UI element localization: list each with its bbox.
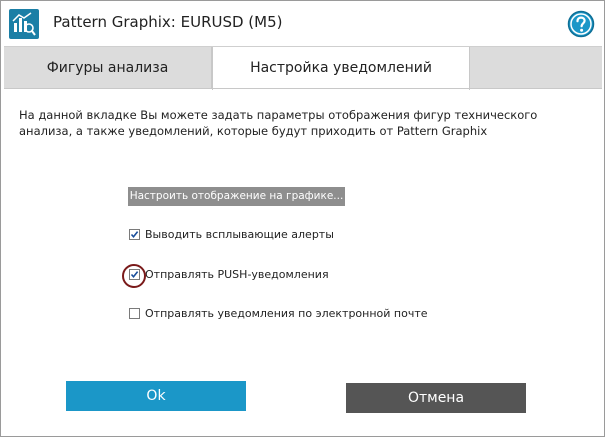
tab-bar: Фигуры анализа Настройка уведомлений xyxy=(4,46,602,90)
help-icon[interactable] xyxy=(567,10,595,38)
email-notifications-checkbox[interactable] xyxy=(129,308,140,319)
push-notifications-label: Отправлять PUSH-уведомления xyxy=(145,268,329,281)
configure-display-button[interactable]: Настроить отображение на графике... xyxy=(128,187,345,206)
popup-alerts-label: Выводить всплывающие алерты xyxy=(145,228,334,241)
tab-analysis-figures[interactable]: Фигуры анализа xyxy=(4,47,212,89)
app-icon xyxy=(9,9,39,39)
email-notifications-label: Отправлять уведомления по электронной по… xyxy=(145,307,428,320)
cancel-button[interactable]: Отмена xyxy=(346,383,526,413)
title-bar: Pattern Graphix: EURUSD (M5) xyxy=(1,1,604,45)
tab-description: На данной вкладке Вы можете задать парам… xyxy=(19,108,538,138)
window-title: Pattern Graphix: EURUSD (M5) xyxy=(53,13,283,31)
tab-divider xyxy=(4,88,602,89)
tab-notification-settings[interactable]: Настройка уведомлений xyxy=(212,47,470,90)
popup-alerts-checkbox[interactable] xyxy=(129,229,140,240)
ok-button[interactable]: Ok xyxy=(66,381,246,411)
dialog-window: Pattern Graphix: EURUSD (M5) Фигуры анал… xyxy=(0,0,605,437)
highlight-circle xyxy=(122,264,146,288)
